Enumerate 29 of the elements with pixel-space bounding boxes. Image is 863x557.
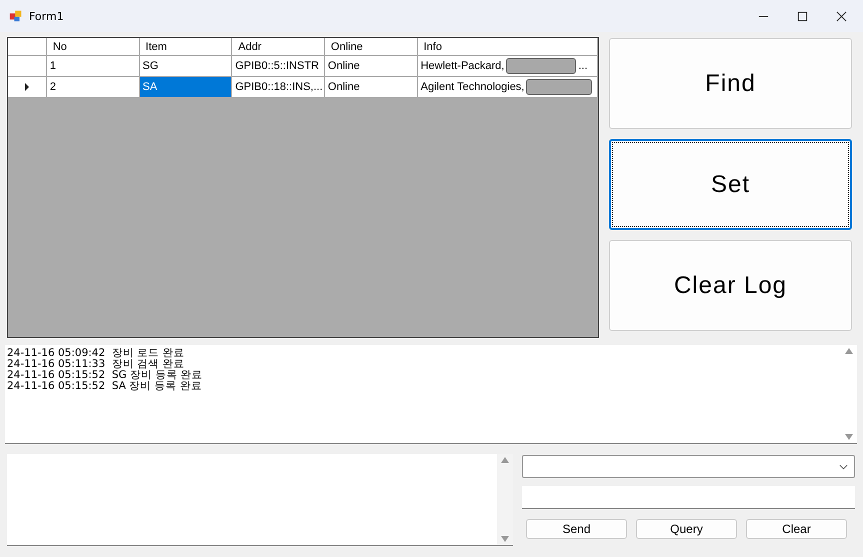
row-header[interactable]	[8, 56, 47, 77]
command-dropdown[interactable]	[522, 455, 855, 478]
command-button[interactable]: Send	[526, 519, 627, 539]
table-cell[interactable]: SA	[140, 77, 232, 98]
input-field[interactable]	[522, 486, 855, 509]
chevron-icon	[839, 464, 848, 470]
current-row-icon	[24, 83, 29, 91]
row-header[interactable]	[8, 77, 47, 98]
action-button[interactable]: Clear Log	[609, 240, 852, 331]
command-button[interactable]: Query	[636, 519, 737, 539]
scroll-up-icon[interactable]	[845, 348, 853, 354]
scroll-up-icon[interactable]	[501, 457, 509, 463]
log-line: 24-11-16 05:11:33 장비 검색 완료	[7, 359, 186, 370]
close-icon[interactable]	[836, 10, 847, 22]
log-line: 24-11-16 05:09:42 장비 로드 완료	[7, 348, 186, 359]
app-icon	[9, 9, 23, 23]
table-cell[interactable]: GPIB0::18::INS,...	[232, 77, 325, 98]
table-cell[interactable]: Online	[324, 77, 418, 98]
maximize-icon[interactable]	[797, 10, 808, 22]
table-cell[interactable]: Agilent Technologies,	[418, 77, 598, 98]
command-button[interactable]: Clear	[746, 519, 847, 539]
window-title: Form1	[29, 10, 64, 22]
log-line: 24-11-16 05:15:52 SG 장비 등록 완료	[7, 370, 204, 381]
scroll-down-icon[interactable]	[845, 434, 853, 440]
table-cell[interactable]: 2	[46, 77, 140, 98]
scroll-down-icon[interactable]	[501, 536, 509, 542]
log-line: 24-11-16 05:15:52 SA 장비 등록 완료	[7, 381, 203, 392]
action-button[interactable]: Find	[609, 38, 852, 129]
action-button[interactable]: Set	[609, 139, 852, 230]
